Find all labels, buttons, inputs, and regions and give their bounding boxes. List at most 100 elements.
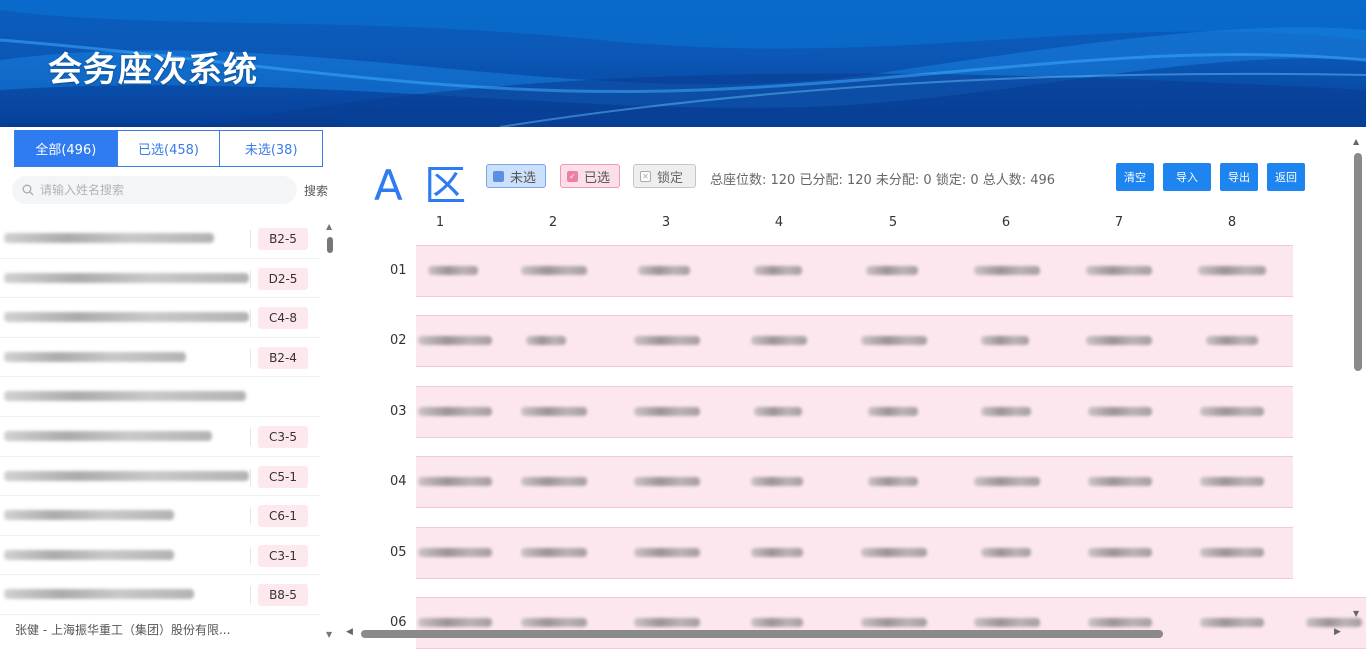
seat-cell[interactable] — [1200, 618, 1264, 627]
seat-cell[interactable] — [974, 618, 1040, 627]
seat-badge: B2-5 — [258, 228, 308, 250]
seat-cell[interactable] — [754, 407, 802, 416]
list-item[interactable]: C4-8 — [0, 298, 320, 338]
seat-cell[interactable] — [1198, 266, 1266, 275]
seat-cell[interactable] — [521, 407, 587, 416]
seat-cell[interactable] — [1086, 266, 1152, 275]
scroll-right-arrow-icon[interactable]: ▶ — [1334, 627, 1341, 637]
seat-badge: C3-1 — [258, 544, 308, 567]
list-item[interactable]: D2-5 — [0, 259, 320, 299]
row-header: 03 — [390, 404, 407, 419]
sidebar-scrollbar-thumb[interactable] — [327, 237, 333, 253]
list-item[interactable]: C6-1 — [0, 496, 320, 536]
seat-cell[interactable] — [1088, 618, 1152, 627]
seat-cell[interactable] — [418, 618, 492, 627]
seat-cell[interactable] — [428, 266, 478, 275]
scroll-up-arrow-icon[interactable]: ▲ — [1353, 137, 1359, 146]
tab-unselected[interactable]: 未选(38) — [220, 130, 324, 167]
list-item[interactable]: C3-1 — [0, 536, 320, 576]
column-header: 3 — [661, 215, 671, 230]
back-button[interactable]: 返回 — [1267, 163, 1305, 191]
seat-cell[interactable] — [751, 477, 803, 486]
seat-cell[interactable] — [868, 407, 918, 416]
seat-cell[interactable] — [981, 407, 1031, 416]
scroll-down-arrow-icon[interactable]: ▼ — [1353, 609, 1359, 618]
column-header: 6 — [1001, 215, 1011, 230]
seat-cell[interactable] — [981, 336, 1029, 345]
seat-cell[interactable] — [751, 618, 803, 627]
seat-cell[interactable] — [638, 266, 690, 275]
blurred-name — [4, 312, 249, 323]
seat-cell[interactable] — [418, 336, 492, 345]
seat-cell[interactable] — [1206, 336, 1258, 345]
seat-cell[interactable] — [634, 548, 700, 557]
seat-cell[interactable] — [1088, 407, 1152, 416]
seat-cell[interactable] — [861, 618, 927, 627]
horizontal-scrollbar-thumb[interactable] — [361, 630, 1163, 638]
row-header: 02 — [390, 333, 407, 348]
list-item[interactable]: B8-5 — [0, 575, 320, 615]
scroll-left-arrow-icon[interactable]: ◀ — [346, 627, 353, 637]
import-button[interactable]: 导入 — [1163, 163, 1211, 191]
seat-cell[interactable] — [1086, 336, 1152, 345]
tab-selected[interactable]: 已选(458) — [117, 130, 221, 167]
seat-cell[interactable] — [754, 266, 802, 275]
seat-cell[interactable] — [634, 336, 700, 345]
seat-cell[interactable] — [1088, 477, 1152, 486]
vertical-scrollbar-thumb[interactable] — [1354, 153, 1362, 371]
seat-cell[interactable] — [751, 336, 807, 345]
legend-locked: ✕ 锁定 — [633, 164, 696, 188]
zone-title: A 区 — [374, 161, 471, 210]
seat-cell[interactable] — [418, 407, 492, 416]
search-input[interactable] — [40, 183, 280, 197]
horizontal-scrollbar[interactable]: ◀ ▶ — [344, 627, 1344, 641]
legend-unselected: 未选 — [486, 164, 546, 188]
list-item[interactable]: C3-5 — [0, 417, 320, 457]
seat-badge: C4-8 — [258, 307, 308, 330]
seat-cell[interactable] — [521, 477, 587, 486]
search-button[interactable]: 搜索 — [304, 182, 328, 199]
seat-cell[interactable] — [418, 548, 492, 557]
seat-cell[interactable] — [1306, 618, 1362, 627]
seat-cell[interactable] — [1200, 548, 1264, 557]
column-header: 7 — [1114, 215, 1124, 230]
seat-cell[interactable] — [634, 618, 700, 627]
export-button[interactable]: 导出 — [1220, 163, 1258, 191]
seat-cell[interactable] — [751, 548, 803, 557]
column-header: 4 — [774, 215, 784, 230]
seat-cell[interactable] — [868, 477, 918, 486]
blurred-name — [4, 589, 194, 600]
search-icon — [22, 184, 34, 196]
app-title: 会务座次系统 — [48, 50, 258, 90]
seat-cell[interactable] — [634, 477, 700, 486]
seat-cell[interactable] — [1200, 407, 1264, 416]
list-item[interactable]: B2-4 — [0, 338, 320, 378]
search-box — [12, 176, 297, 204]
seat-cell[interactable] — [866, 266, 918, 275]
seat-cell[interactable] — [1088, 548, 1152, 557]
seat-cell[interactable] — [974, 266, 1040, 275]
seat-cell[interactable] — [861, 336, 927, 345]
seat-cell[interactable] — [861, 548, 927, 557]
seat-cell[interactable] — [974, 477, 1040, 486]
list-item[interactable] — [0, 377, 320, 417]
list-item[interactable]: B2-5 — [0, 219, 320, 259]
seat-cell[interactable] — [634, 407, 700, 416]
seat-cell[interactable] — [1200, 477, 1264, 486]
seat-cell[interactable] — [521, 618, 587, 627]
blurred-name — [4, 549, 174, 560]
scroll-down-arrow-icon[interactable]: ▼ — [326, 630, 332, 639]
seat-cell[interactable] — [526, 336, 566, 345]
seat-cell[interactable] — [521, 266, 587, 275]
seat-cell[interactable] — [981, 548, 1031, 557]
list-item[interactable]: C5-1 — [0, 457, 320, 497]
blurred-name — [4, 391, 246, 402]
locked-x-icon: ✕ — [640, 170, 651, 182]
seat-cell[interactable] — [418, 477, 492, 486]
clear-button[interactable]: 清空 — [1116, 163, 1154, 191]
seat-cell[interactable] — [521, 548, 587, 557]
seat-badge: C5-1 — [258, 465, 308, 488]
list-item-last[interactable]: 张健 - 上海振华重工（集团）股份有限... — [15, 621, 230, 638]
scroll-up-arrow-icon[interactable]: ▲ — [326, 222, 332, 231]
tab-all[interactable]: 全部(496) — [14, 130, 118, 167]
